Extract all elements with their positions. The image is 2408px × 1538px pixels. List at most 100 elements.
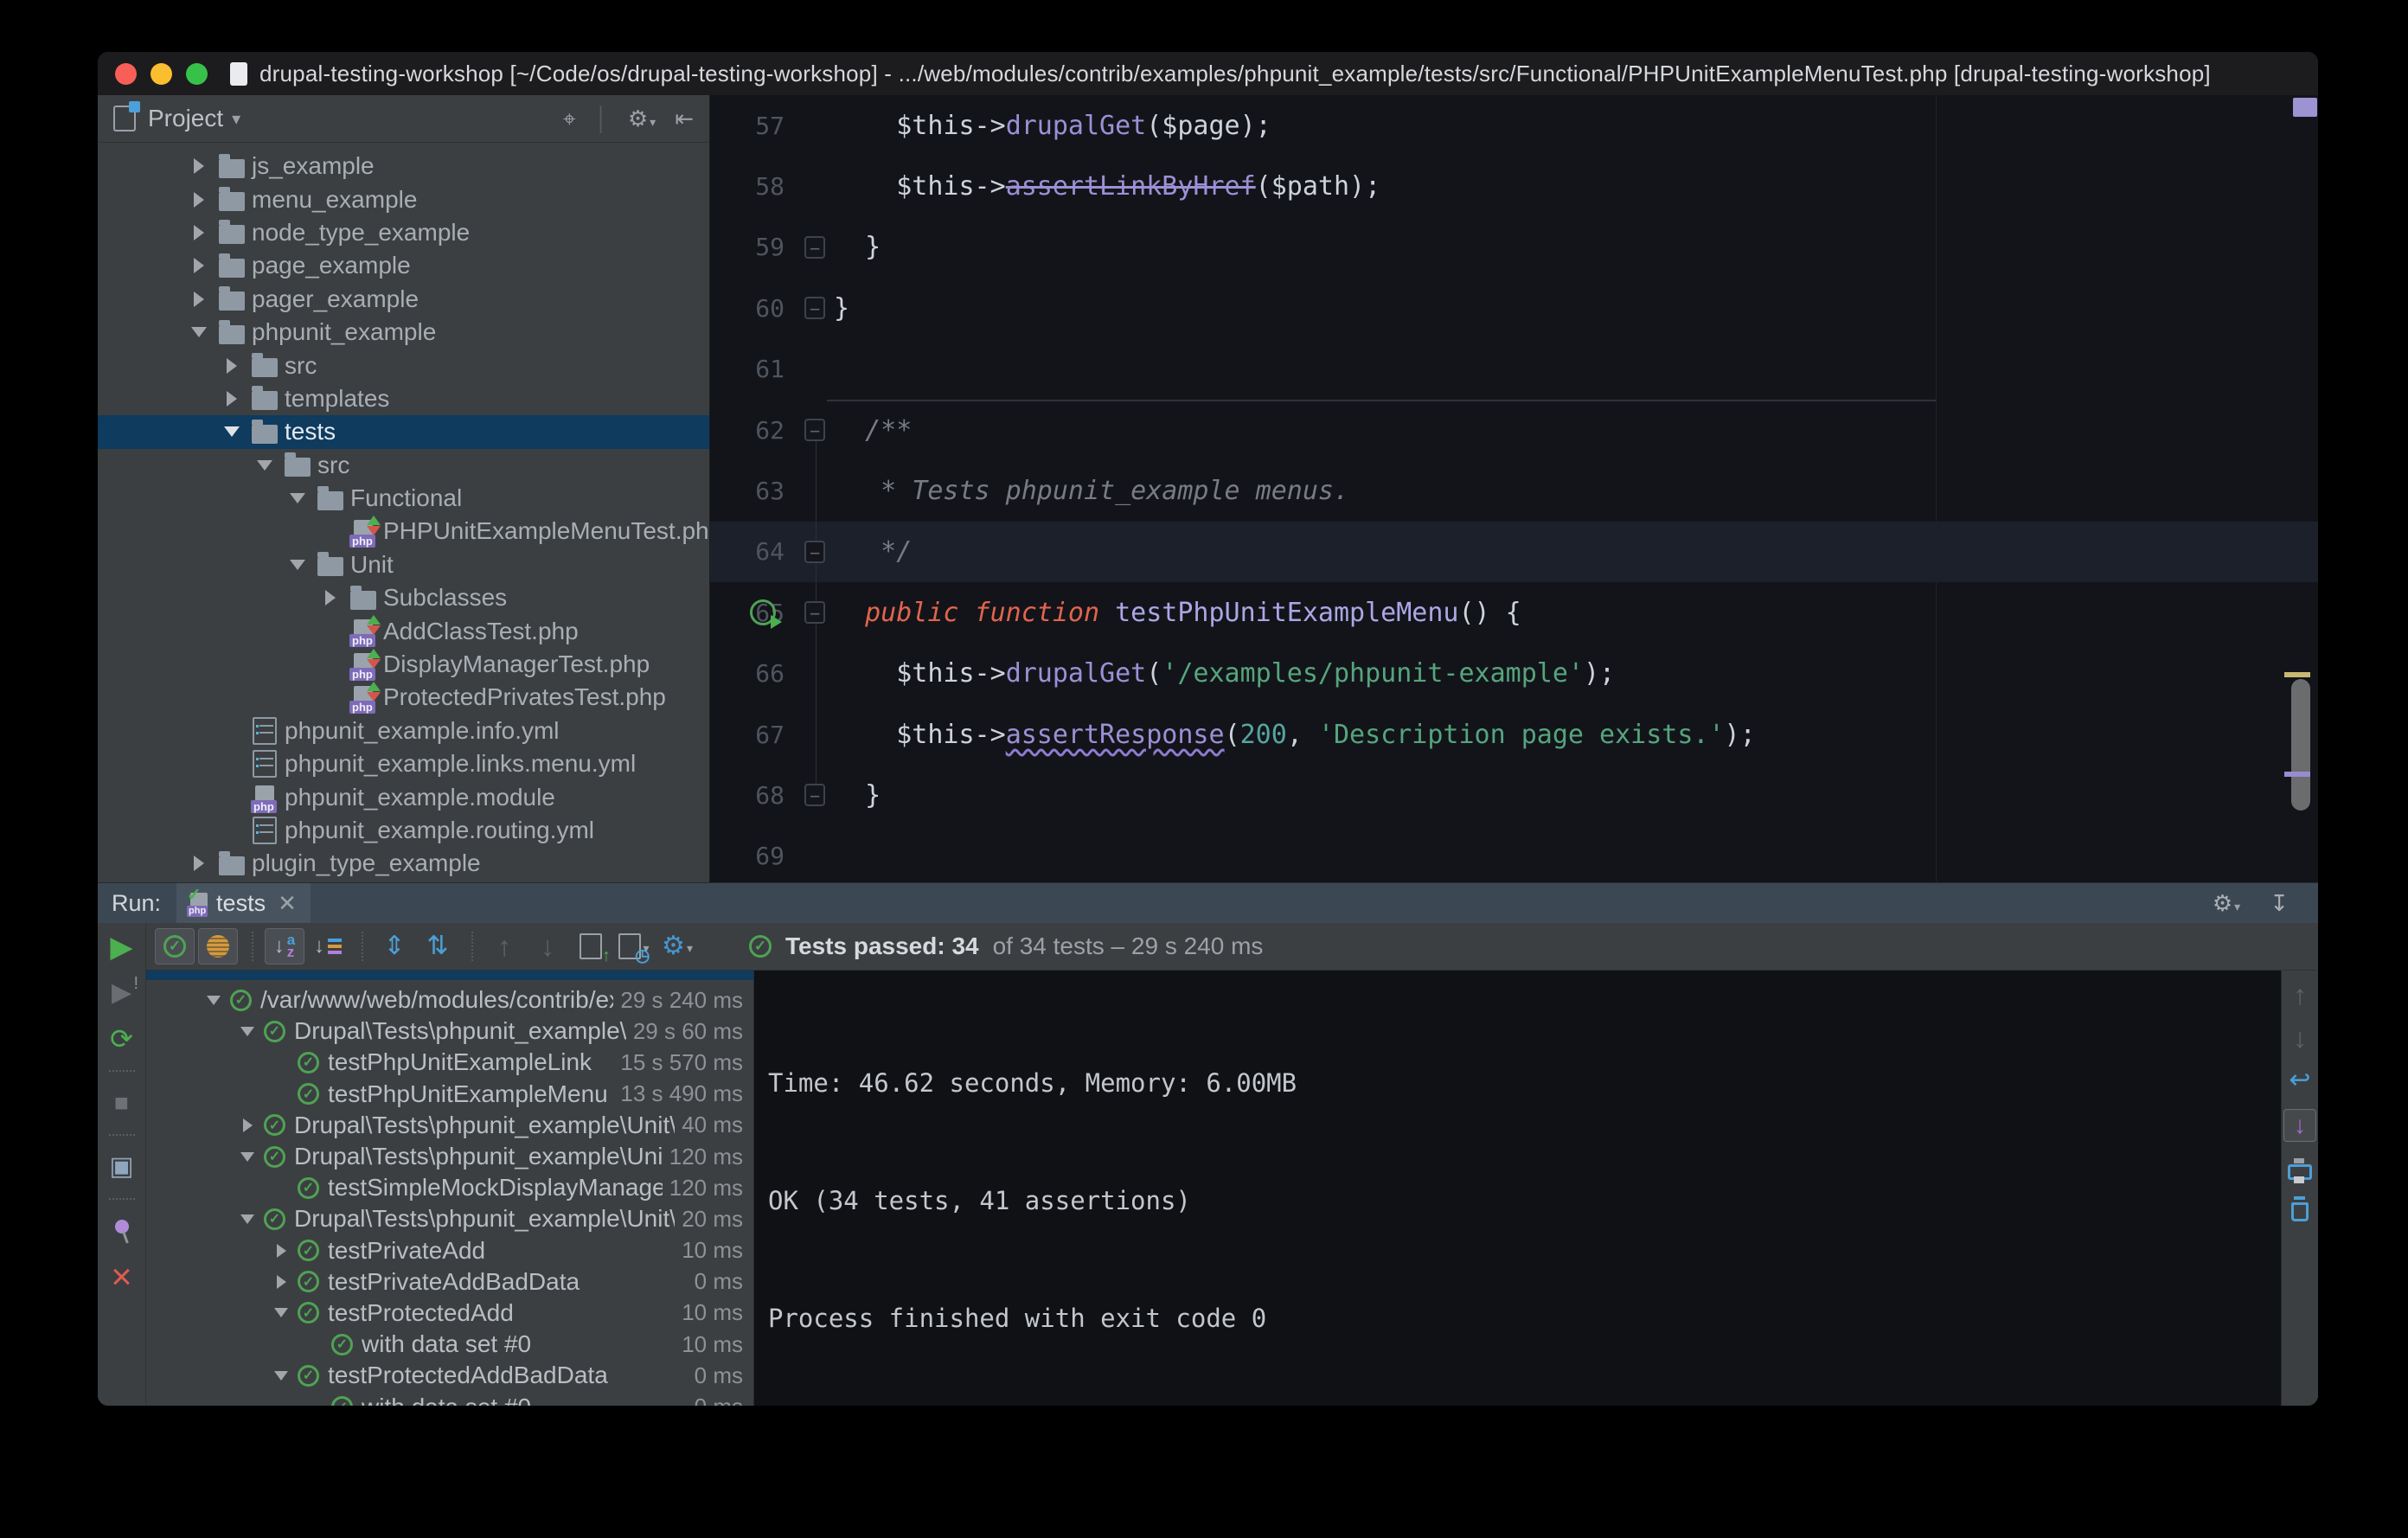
chevron-collapsed-icon[interactable] xyxy=(316,590,345,606)
chevron-expanded-icon[interactable] xyxy=(283,493,312,504)
collapse-all-button[interactable]: ⇅ xyxy=(418,928,458,964)
run-settings-gear-icon[interactable]: ⚙ ▾ xyxy=(2213,892,2240,914)
locate-file-icon[interactable]: ⌖ xyxy=(563,107,576,130)
rerun-all-tests-button[interactable]: ⟳ xyxy=(103,1022,141,1056)
scroll-up-button[interactable]: ↑ xyxy=(2293,981,2307,1009)
info-stripe-mark[interactable] xyxy=(2284,772,2310,777)
chevron-expanded-icon[interactable] xyxy=(217,426,247,438)
close-tab-icon[interactable]: ✕ xyxy=(278,890,297,917)
editor-line[interactable]: 66 $this->drupalGet('/examples/phpunit-e… xyxy=(710,644,2318,704)
fold-marker-icon[interactable]: − xyxy=(804,297,825,320)
test-history-button[interactable]: ◷ ▾ xyxy=(614,928,654,965)
chevron-collapsed-icon[interactable] xyxy=(234,1118,260,1132)
test-tree-row[interactable]: ✓ Drupal\Tests\phpunit_example\Unit\Displ… xyxy=(146,1141,753,1172)
project-tree-row[interactable]: phpunit_example xyxy=(98,316,709,349)
fold-marker-icon[interactable]: − xyxy=(804,784,825,807)
sort-by-duration-button[interactable]: ↓ xyxy=(308,928,348,964)
editor-line[interactable]: 65− public function testPhpUnitExampleMe… xyxy=(710,582,2318,643)
editor-line[interactable]: 57 $this->drupalGet($page); xyxy=(710,95,2318,156)
stop-button[interactable]: ■ xyxy=(103,1086,141,1120)
scroll-down-button[interactable]: ↓ xyxy=(2293,1024,2307,1052)
editor-line[interactable]: 58 $this->assertLinkByHref($path); xyxy=(710,156,2318,216)
project-tree-row[interactable]: DisplayManagerTest.php xyxy=(98,648,709,681)
editor-line[interactable]: 60−} xyxy=(710,278,2318,338)
project-tree-row[interactable]: src xyxy=(98,349,709,381)
expand-all-button[interactable]: ⇕ xyxy=(375,928,414,964)
project-tree-row[interactable]: PHPUnitExampleMenuTest.php xyxy=(98,515,709,548)
selected-row-partial[interactable] xyxy=(146,971,753,980)
rerun-tests-button[interactable]: ▶ xyxy=(103,930,141,964)
test-tree-row[interactable]: ✓ Drupal\Tests\phpunit_example\Functional… xyxy=(146,1016,753,1047)
editor-line[interactable]: 68− } xyxy=(710,765,2318,825)
test-settings-button[interactable]: ⚙ ▾ xyxy=(657,928,697,964)
chevron-expanded-icon[interactable] xyxy=(234,1214,260,1224)
chevron-down-icon[interactable]: ▾ xyxy=(232,108,240,130)
editor-line[interactable]: 61 xyxy=(710,339,2318,400)
project-tree-row[interactable]: templates xyxy=(98,382,709,415)
project-tree-row[interactable]: ProtectedPrivatesTest.php xyxy=(98,681,709,714)
run-test-gutter-icon[interactable] xyxy=(750,599,782,630)
project-tree-row[interactable]: Functional xyxy=(98,482,709,515)
show-ignored-toggle[interactable] xyxy=(198,928,238,964)
project-tree-row[interactable]: node_type_example xyxy=(98,216,709,249)
chevron-expanded-icon[interactable] xyxy=(234,1151,260,1162)
show-passed-toggle[interactable]: ✓ xyxy=(155,928,195,964)
sort-alphabetically-toggle[interactable]: ↓ a z xyxy=(265,928,304,964)
test-tree-row[interactable]: ✓ testSimpleMockDisplayManager 120 ms xyxy=(146,1172,753,1203)
chevron-expanded-icon[interactable] xyxy=(250,459,279,471)
editor-line[interactable]: 69 xyxy=(710,826,2318,882)
print-button[interactable] xyxy=(2288,1157,2312,1183)
project-tree-row[interactable]: pager_example xyxy=(98,283,709,316)
hide-panel-icon[interactable]: ⇤ xyxy=(675,107,694,130)
close-button[interactable]: × xyxy=(103,1259,141,1295)
import-test-results-button[interactable]: ↑ xyxy=(571,928,611,965)
chevron-collapsed-icon[interactable] xyxy=(184,191,214,208)
gear-icon[interactable]: ⚙ ▾ xyxy=(628,107,656,130)
chevron-collapsed-icon[interactable] xyxy=(184,224,214,240)
chevron-collapsed-icon[interactable] xyxy=(217,357,247,374)
scroll-to-end-button[interactable]: ↓ xyxy=(2283,1109,2316,1142)
rerun-failed-button[interactable]: ▶! xyxy=(103,975,141,1010)
chevron-collapsed-icon[interactable] xyxy=(268,1243,294,1258)
project-tree-row[interactable]: plugin_type_example xyxy=(98,847,709,880)
chevron-expanded-icon[interactable] xyxy=(184,327,214,338)
editor-line[interactable]: 64− */ xyxy=(710,521,2318,583)
soft-wrap-button[interactable]: ↩ xyxy=(2289,1067,2310,1093)
test-tree-row[interactable]: ✓ testProtectedAddBadData 0 ms xyxy=(146,1360,753,1391)
test-tree-row[interactable]: ✓ testPrivateAddBadData 0 ms xyxy=(146,1266,753,1298)
test-tree-row[interactable]: ✓ with data set #0 10 ms xyxy=(146,1329,753,1360)
pin-tab-button[interactable] xyxy=(103,1214,141,1248)
editor-line[interactable]: 59− } xyxy=(710,217,2318,278)
clear-all-button[interactable] xyxy=(2291,1195,2309,1221)
inspection-status-square[interactable] xyxy=(2293,98,2317,117)
test-tree-row[interactable]: ✓ testProtectedAdd 10 ms xyxy=(146,1298,753,1329)
run-tab-tests[interactable]: ✓ tests ✕ xyxy=(176,883,311,923)
editor-line[interactable]: 62− /** xyxy=(710,400,2318,460)
fold-marker-icon[interactable]: − xyxy=(804,601,825,625)
project-tree-row[interactable]: src xyxy=(98,449,709,482)
project-tree-row[interactable]: phpunit_example.info.yml xyxy=(98,715,709,747)
next-failed-test-button[interactable]: ↓ xyxy=(528,928,567,964)
chevron-collapsed-icon[interactable] xyxy=(184,291,214,307)
project-tree-row[interactable]: phpunit_example.links.menu.yml xyxy=(98,747,709,780)
chevron-collapsed-icon[interactable] xyxy=(184,258,214,274)
test-tree-row[interactable]: ✓ testPhpUnitExampleMenu 13 s 490 ms xyxy=(146,1079,753,1110)
restore-layout-button[interactable]: ▣ xyxy=(103,1150,141,1184)
chevron-expanded-icon[interactable] xyxy=(283,559,312,570)
project-tree-row[interactable]: page_example xyxy=(98,249,709,282)
chevron-expanded-icon[interactable] xyxy=(268,1308,294,1318)
project-panel-title[interactable]: Project xyxy=(148,105,223,132)
project-tree-row[interactable]: Subclasses xyxy=(98,581,709,614)
test-tree-row[interactable]: ✓ with data set #0 0 ms xyxy=(146,1391,753,1406)
fold-marker-icon[interactable]: − xyxy=(804,419,825,442)
test-tree-row[interactable]: ✓ /var/www/web/modules/contrib/examples 29… xyxy=(146,984,753,1016)
chevron-expanded-icon[interactable] xyxy=(268,1370,294,1381)
minimize-window-button[interactable] xyxy=(150,62,172,85)
hide-run-panel-icon[interactable]: ↧ xyxy=(2270,892,2289,914)
test-tree-row[interactable]: ✓ Drupal\Tests\phpunit_example\Unit\AddCl… xyxy=(146,1110,753,1141)
project-tree-row[interactable]: phpunit_example.routing.yml xyxy=(98,814,709,847)
editor-line[interactable]: 67 $this->assertResponse(200, 'Descripti… xyxy=(710,704,2318,765)
editor-line[interactable]: 63 * Tests phpunit_example menus. xyxy=(710,460,2318,521)
chevron-expanded-icon[interactable] xyxy=(234,1026,260,1036)
test-tree-row[interactable]: ✓ testPhpUnitExampleLink 15 s 570 ms xyxy=(146,1047,753,1078)
